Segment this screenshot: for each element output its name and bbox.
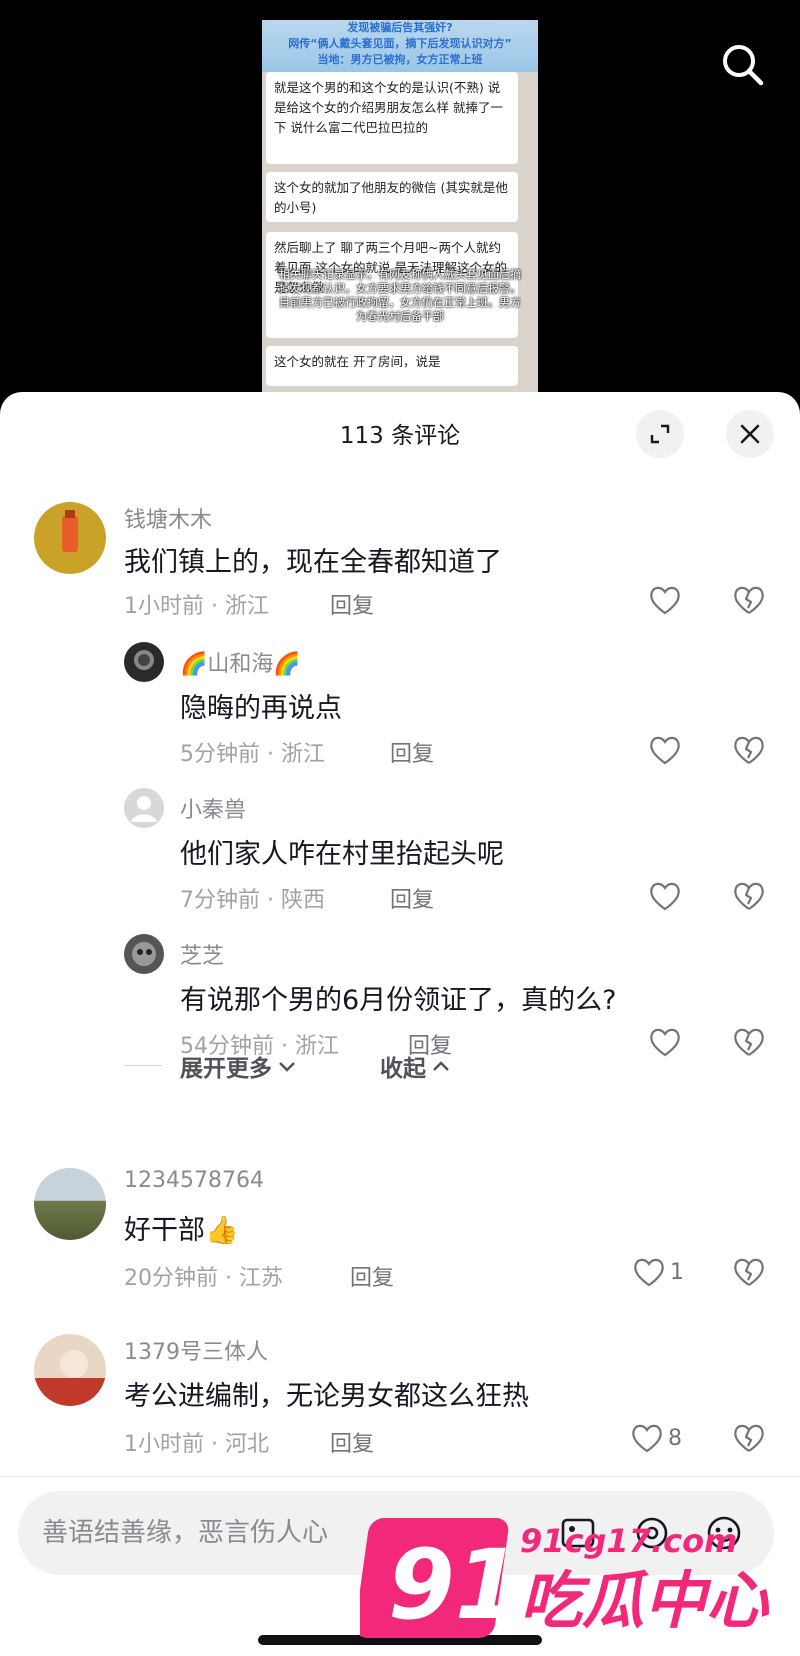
video-overlay-caption: 相关聊天记录显示，有网友称俩人戴头套见面后摘掉发现都认识，女方要求男方给钱不同意… <box>279 268 521 323</box>
chat-bubble: 就是这个男的和这个女的是认识(不熟) 说是给这个女的介绍男朋友怎么样 就捧了一下… <box>266 72 518 164</box>
dislike-button[interactable] <box>732 1256 766 1292</box>
heart-icon <box>650 882 680 911</box>
comment-item: 1379号三体人 考公进编制，无论男女都这么狂热 1小时前 · 河北 回复 8 <box>0 1326 800 1476</box>
comment-author[interactable]: 1234578764 <box>124 1168 264 1193</box>
expand-more-label: 展开更多 <box>180 1056 272 1082</box>
comment-meta: 20分钟前 · 江苏 <box>124 1266 283 1291</box>
avatar[interactable] <box>34 1334 106 1406</box>
chevron-down-icon <box>279 1062 295 1072</box>
comment-meta: 7分钟前 · 陕西 <box>180 888 325 913</box>
watermark-number: 91 <box>388 1529 522 1641</box>
chevron-up-icon <box>433 1061 449 1071</box>
comment-item: 钱塘木木 我们镇上的，现在全春都知道了 1小时前 · 浙江 回复 <box>0 490 800 630</box>
reply-item: 小秦兽 他们家人咋在村里抬起头呢 7分钟前 · 陕西 回复 <box>0 786 800 926</box>
banner-line-1: 发现被骗后告其强奸? <box>347 21 453 34</box>
comment-item: 1234578764 好干部👍 20分钟前 · 江苏 回复 1 <box>0 1160 800 1310</box>
comment-author[interactable]: 🌈山和海🌈 <box>180 646 301 678</box>
comment-text: 有说那个男的6月份领证了，真的么? <box>180 985 617 1016</box>
comment-meta: 1小时前 · 河北 <box>124 1432 269 1457</box>
reply-button[interactable]: 回复 <box>330 1426 374 1458</box>
heart-icon <box>650 586 680 615</box>
reply-button[interactable]: 回复 <box>390 882 434 914</box>
like-button[interactable]: 8 <box>630 1422 682 1454</box>
reply-item: 🌈山和海🌈 隐晦的再说点 5分钟前 · 浙江 回复 <box>0 640 800 780</box>
like-button[interactable]: 1 <box>632 1256 684 1288</box>
replies-toggle-row: 展开更多 收起 <box>0 1045 800 1085</box>
broken-heart-icon <box>734 586 764 614</box>
heart-icon <box>634 1258 664 1287</box>
comment-meta: 5分钟前 · 浙江 <box>180 742 325 767</box>
dislike-button[interactable] <box>732 1422 766 1458</box>
broken-heart-icon <box>734 1424 764 1452</box>
avatar[interactable] <box>124 788 164 828</box>
broken-heart-icon <box>734 882 764 910</box>
chat-bubble: 这个女的就在 开了房间，说是 <box>266 346 518 386</box>
video-player[interactable]: 发现被骗后告其强奸? 网传“俩人戴头套见面，摘下后发现认识对方” 当地：男方已被… <box>0 0 800 400</box>
like-button[interactable] <box>648 584 686 616</box>
like-button[interactable] <box>648 880 686 912</box>
banner-line-2: 网传“俩人戴头套见面，摘下后发现认识对方” <box>288 37 512 50</box>
comment-meta: 1小时前 · 浙江 <box>124 594 269 619</box>
expand-icon <box>650 424 670 444</box>
chat-bubble: 这个女的就加了他朋友的微信 (其实就是他的小号) <box>266 172 518 222</box>
search-button[interactable] <box>718 40 768 90</box>
comment-author[interactable]: 1379号三体人 <box>124 1334 268 1366</box>
search-icon <box>723 45 764 86</box>
expand-more-button[interactable]: 展开更多 <box>180 1049 298 1083</box>
broken-heart-icon <box>734 1258 764 1286</box>
heart-icon <box>632 1424 662 1453</box>
dislike-button[interactable] <box>732 584 766 620</box>
comment-author[interactable]: 芝芝 <box>180 938 224 970</box>
watermark-domain: 91cg17.com <box>520 1522 737 1560</box>
divider-line <box>124 1065 162 1066</box>
default-user-icon <box>131 796 157 822</box>
watermark-text: 吃瓜中心 <box>520 1564 770 1637</box>
avatar[interactable] <box>34 502 106 574</box>
comment-text: 考公进编制，无论男女都这么狂热 <box>124 1381 529 1412</box>
reply-button[interactable]: 回复 <box>330 588 374 620</box>
like-button[interactable] <box>648 734 686 766</box>
close-sheet-button[interactable] <box>726 410 774 458</box>
broken-heart-icon <box>734 736 764 764</box>
reply-button[interactable]: 回复 <box>350 1260 394 1292</box>
like-count: 8 <box>668 1425 682 1451</box>
comment-author[interactable]: 小秦兽 <box>180 792 246 824</box>
comment-text: 隐晦的再说点 <box>180 693 342 724</box>
collapse-label: 收起 <box>380 1056 426 1082</box>
dislike-button[interactable] <box>732 880 766 916</box>
collapse-button[interactable]: 收起 <box>380 1049 452 1083</box>
expand-sheet-button[interactable] <box>636 410 684 458</box>
comment-text: 好干部👍 <box>124 1215 239 1246</box>
avatar[interactable] <box>124 642 164 682</box>
avatar[interactable] <box>124 934 164 974</box>
video-frame[interactable]: 发现被骗后告其强奸? 网传“俩人戴头套见面，摘下后发现认识对方” 当地：男方已被… <box>262 20 538 400</box>
like-count: 1 <box>670 1259 684 1285</box>
comment-author[interactable]: 钱塘木木 <box>124 502 212 534</box>
comment-text: 他们家人咋在村里抬起头呢 <box>180 839 504 870</box>
heart-icon <box>650 736 680 765</box>
banner-line-3: 当地：男方已被拘，女方正常上班 <box>317 53 483 66</box>
avatar[interactable] <box>34 1168 106 1240</box>
comment-text: 我们镇上的，现在全春都知道了 <box>124 547 502 578</box>
reply-button[interactable]: 回复 <box>390 736 434 768</box>
watermark-logo: 91 91cg17.com 吃瓜中心 <box>355 1490 780 1650</box>
video-banner: 发现被骗后告其强奸? 网传“俩人戴头套见面，摘下后发现认识对方” 当地：男方已被… <box>262 20 538 72</box>
dislike-button[interactable] <box>732 734 766 770</box>
close-icon <box>740 424 760 444</box>
